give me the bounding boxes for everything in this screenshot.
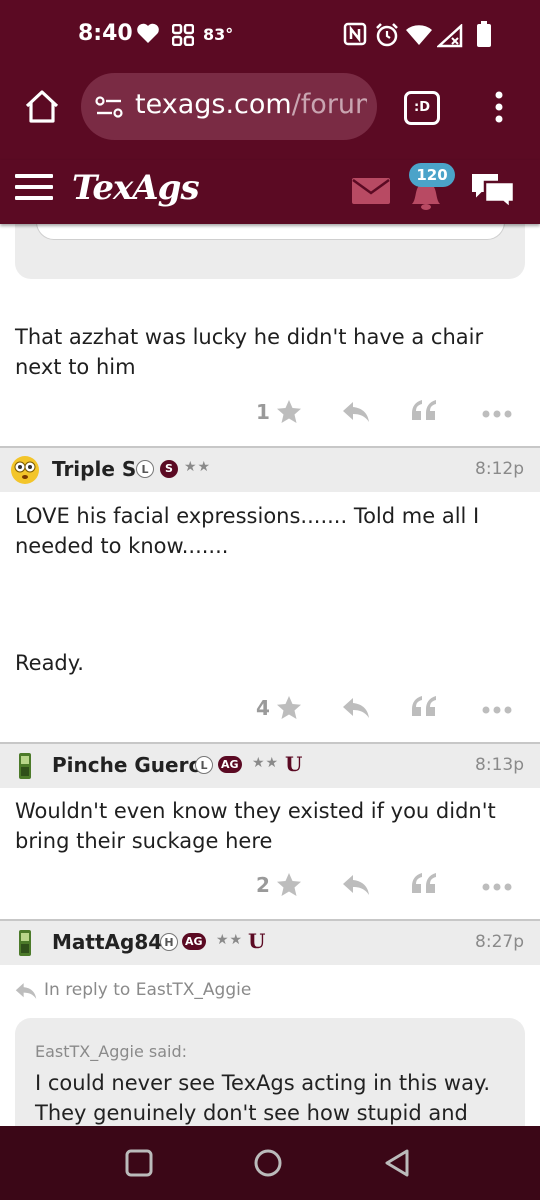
avatar[interactable] [10, 928, 40, 958]
wifi-icon [406, 25, 432, 45]
post-actions: 2 [0, 871, 540, 901]
in-reply-to-link[interactable]: In reply to EastTX_Aggie [44, 980, 251, 1000]
username[interactable]: Triple S [52, 457, 136, 481]
avatar[interactable] [10, 455, 40, 485]
url-domain: texags.com [135, 89, 292, 120]
forum-thread: That azzhat was lucky he didn't have a c… [0, 224, 540, 1126]
quote-author: EastTX_Aggie said: [35, 1042, 188, 1061]
u-mark: U [248, 929, 266, 953]
recents-icon[interactable] [125, 1149, 153, 1177]
u-mark: U [285, 752, 303, 776]
back-icon[interactable] [383, 1148, 411, 1178]
quoted-post: EastTX_Aggie said: I could never see Tex… [15, 1018, 525, 1126]
quote-icon[interactable] [410, 694, 438, 718]
post-header: MattAg84 H AG ★★ U 8:27p [0, 919, 540, 965]
home-nav-icon[interactable] [253, 1148, 283, 1178]
system-navigation-bar [0, 1126, 540, 1200]
hamburger-menu-icon[interactable] [15, 174, 53, 202]
heart-icon [137, 23, 159, 43]
url-text[interactable]: texags.com/forum [135, 89, 367, 120]
post-time[interactable]: 8:12p [475, 459, 524, 479]
post-body-line: Ready. [15, 651, 84, 675]
badge-l: L [136, 460, 154, 478]
star-count: 1 [256, 400, 270, 424]
quote-text: I could never see TexAgs acting in this … [35, 1071, 491, 1125]
texags-logo[interactable]: TexAgs [72, 168, 200, 208]
star-count: 2 [256, 873, 270, 897]
mail-icon[interactable] [352, 178, 390, 204]
notification-count-badge[interactable]: 120 [409, 163, 455, 187]
badge-s: S [160, 460, 178, 478]
nfc-icon [343, 22, 367, 46]
badge-ag: AG [182, 933, 206, 950]
url-path: /forum [291, 89, 367, 120]
post-actions: 1 [0, 398, 540, 428]
more-options-icon[interactable] [482, 410, 512, 418]
rank-stars: ★★ [252, 755, 280, 771]
overflow-menu-icon[interactable] [494, 91, 504, 123]
reply-icon[interactable] [342, 401, 370, 423]
quote-icon[interactable] [410, 871, 438, 895]
url-bar[interactable]: texags.com/forum [81, 73, 377, 140]
post-body: LOVE his facial expressions....... Told … [15, 504, 480, 558]
site-header: TexAgs 120 [0, 160, 540, 224]
star-icon[interactable] [276, 695, 302, 721]
post-header: Triple S L S ★★ 8:12p [0, 446, 540, 492]
rank-stars: ★★ [216, 932, 244, 948]
more-options-icon[interactable] [482, 706, 512, 714]
star-count: 4 [256, 696, 270, 720]
quote-input-remnant [36, 224, 505, 240]
reply-icon[interactable] [342, 697, 370, 719]
post-header: Pinche Guero L AG ★★ U 8:13p [0, 742, 540, 788]
tab-switcher-button[interactable]: :D [404, 91, 440, 125]
status-time: 8:40 [78, 21, 133, 46]
chat-icon[interactable] [468, 170, 518, 210]
quote-icon[interactable] [410, 398, 438, 422]
site-settings-icon[interactable] [95, 95, 123, 119]
signal-icon [437, 24, 463, 48]
quote-block [15, 224, 525, 279]
status-temperature: 83° [203, 25, 234, 44]
alarm-icon [376, 23, 398, 47]
badge-ag: AG [218, 756, 242, 773]
rank-stars: ★★ [184, 459, 212, 475]
badge-l: L [195, 756, 213, 774]
star-icon[interactable] [276, 872, 302, 898]
username[interactable]: Pinche Guero [52, 753, 202, 777]
badge-h: H [160, 933, 178, 951]
post-body: That azzhat was lucky he didn't have a c… [15, 325, 484, 379]
post-time[interactable]: 8:27p [475, 932, 524, 952]
star-icon[interactable] [276, 399, 302, 425]
status-bar: 8:40 83° [0, 0, 540, 72]
post-actions: 4 [0, 694, 540, 724]
battery-icon [477, 21, 491, 47]
reply-icon[interactable] [342, 874, 370, 896]
reply-icon [15, 983, 37, 999]
username[interactable]: MattAg84 [52, 930, 162, 954]
home-icon[interactable] [22, 87, 62, 127]
post-time[interactable]: 8:13p [475, 755, 524, 775]
grid-icon [172, 24, 194, 46]
post-body: Wouldn't even know they existed if you d… [15, 799, 496, 853]
avatar[interactable] [10, 751, 40, 781]
more-options-icon[interactable] [482, 883, 512, 891]
browser-toolbar: texags.com/forum :D [0, 72, 540, 160]
